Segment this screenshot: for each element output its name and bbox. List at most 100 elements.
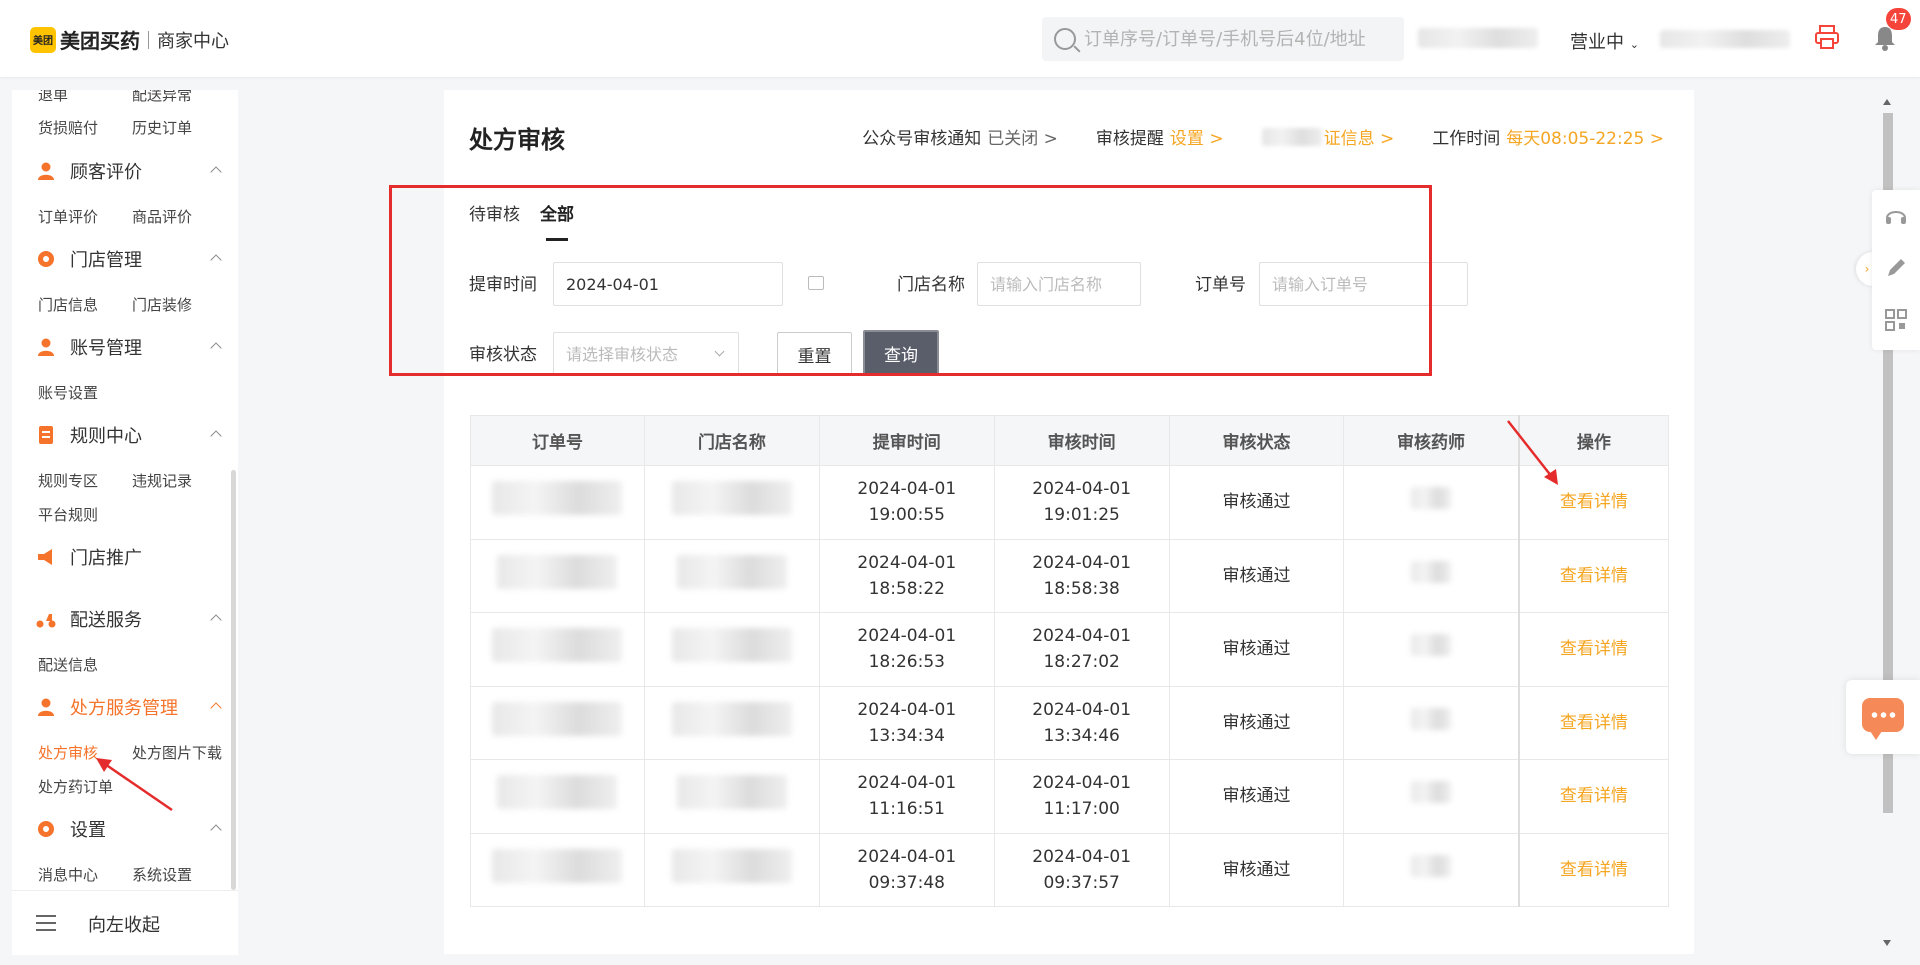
table-row: 2024-04-01 13:34:34 2024-04-01 13:34:46 … — [470, 685, 1669, 760]
worktime-value: 每天08:05-22:25 > — [1506, 129, 1664, 149]
table-header-row: 订单号 门店名称 提审时间 审核时间 审核状态 审核药师 操作 — [470, 415, 1669, 466]
sidebar: 退单 配送异常 货损赔付 历史订单 顾客评价 订单评价 商品评价 门店管理 门店… — [12, 90, 238, 955]
chevron-up-icon[interactable] — [210, 702, 222, 714]
chat-dots — [1870, 712, 1896, 718]
sidebar-sub-platform-rules[interactable]: 平台规则 — [38, 504, 98, 525]
sidebar-sub-store-decoration[interactable]: 门店装修 — [132, 294, 192, 315]
col-pharmacist: 审核药师 — [1343, 415, 1520, 466]
order-number-redacted — [497, 554, 618, 589]
sidebar-sub-prescription-review[interactable]: 处方审核 — [38, 742, 98, 763]
headset-icon[interactable] — [1884, 204, 1908, 228]
search-input[interactable] — [1084, 28, 1384, 50]
col-store-name: 门店名称 — [643, 415, 820, 466]
submit-time-cell: 2024-04-01 18:58:22 — [818, 538, 995, 613]
store-name-cell — [643, 465, 820, 540]
edit-icon[interactable] — [1884, 256, 1908, 280]
sidebar-sub-refund[interactable]: 退单 — [38, 90, 68, 105]
business-status-dropdown[interactable]: 营业中 ⌄ — [1570, 28, 1639, 54]
annotation-arrow-icon — [1507, 420, 1558, 485]
review-status-cell: 审核通过 — [1168, 685, 1345, 760]
submit-time-cell: 2024-04-01 13:34:34 — [818, 685, 995, 760]
review-status-cell: 审核通过 — [1168, 832, 1345, 907]
view-detail-link[interactable]: 查看详情 — [1517, 832, 1669, 907]
review-status-cell: 审核通过 — [1168, 612, 1345, 687]
sidebar-item-account-management[interactable]: 账号管理 — [36, 334, 142, 360]
notify-value: 已关闭 > — [987, 129, 1058, 149]
store-name-redacted — [671, 848, 792, 883]
search-icon — [1054, 28, 1076, 50]
store-name-redacted — [676, 775, 787, 810]
collapse-label: 向左收起 — [88, 915, 160, 936]
sidebar-sub-product-review[interactable]: 商品评价 — [132, 206, 192, 227]
sidebar-item-customer-review[interactable]: 顾客评价 — [36, 158, 142, 184]
search-box[interactable] — [1042, 17, 1404, 61]
pharmacist-redacted — [1411, 634, 1451, 657]
chevron-up-icon[interactable] — [210, 430, 222, 442]
order-number-cell — [470, 465, 645, 540]
chevron-up-icon[interactable] — [210, 342, 222, 354]
printer-icon[interactable] — [1814, 24, 1840, 50]
order-number-cell — [470, 612, 645, 687]
sidebar-sub-account-settings[interactable]: 账号设置 — [38, 382, 98, 403]
store-name-redacted — [676, 554, 787, 589]
chevron-up-icon[interactable] — [210, 254, 222, 266]
sidebar-sub-delivery-info[interactable]: 配送信息 — [38, 654, 98, 675]
review-time-cell: 2024-04-01 13:34:46 — [993, 685, 1170, 760]
chevron-up-icon[interactable] — [210, 166, 222, 178]
filter-highlight-box — [389, 185, 1432, 376]
view-detail-link[interactable]: 查看详情 — [1517, 685, 1669, 760]
sidebar-item-store-management[interactable]: 门店管理 — [36, 246, 142, 272]
sidebar-item-label: 规则中心 — [70, 426, 142, 447]
view-detail-link[interactable]: 查看详情 — [1517, 612, 1669, 687]
sidebar-sub-order-review[interactable]: 订单评价 — [38, 206, 98, 227]
view-detail-link[interactable]: 查看详情 — [1517, 538, 1669, 613]
sidebar-item-label: 顾客评价 — [70, 162, 142, 183]
sidebar-sub-history-orders[interactable]: 历史订单 — [132, 117, 192, 138]
document-icon — [39, 426, 53, 444]
account-name-redacted[interactable] — [1660, 30, 1790, 48]
order-number-redacted — [492, 848, 623, 883]
sidebar-item-store-promotion[interactable]: 门店推广 — [36, 544, 142, 570]
sidebar-sub-store-info[interactable]: 门店信息 — [38, 294, 98, 315]
sidebar-sub-violation-records[interactable]: 违规记录 — [132, 470, 192, 491]
logo[interactable]: 美团 美团买药 商家中心 — [30, 25, 229, 54]
sidebar-item-delivery-service[interactable]: 配送服务 — [36, 606, 142, 632]
sidebar-scrollbar[interactable] — [231, 470, 236, 890]
sidebar-sub-rules-zone[interactable]: 规则专区 — [38, 470, 98, 491]
order-number-redacted — [492, 481, 623, 516]
user-icon — [38, 698, 54, 716]
review-time-cell: 2024-04-01 19:01:25 — [993, 465, 1170, 540]
sidebar-collapse[interactable]: 向左收起 — [12, 890, 238, 955]
scroll-down-arrow-icon[interactable] — [1883, 940, 1891, 946]
sidebar-sub-system-settings[interactable]: 系统设置 — [132, 864, 192, 885]
chevron-up-icon[interactable] — [210, 614, 222, 626]
review-reminder[interactable]: 审核提醒 设置 > — [1096, 124, 1224, 149]
chevron-up-icon[interactable] — [210, 824, 222, 836]
review-time-cell: 2024-04-01 18:27:02 — [993, 612, 1170, 687]
certificate-info[interactable]: 证信息 > — [1261, 124, 1394, 149]
table-row: 2024-04-01 18:26:53 2024-04-01 18:27:02 … — [470, 612, 1669, 687]
store-name-cell — [643, 612, 820, 687]
pharmacist-cell — [1343, 538, 1520, 613]
scroll-up-arrow-icon[interactable] — [1883, 99, 1891, 105]
sidebar-item-rules-center[interactable]: 规则中心 — [36, 422, 142, 448]
annotation-arrow-icon — [96, 758, 173, 812]
work-time[interactable]: 工作时间 每天08:05-22:25 > — [1432, 124, 1664, 149]
store-name-cell — [643, 832, 820, 907]
sidebar-sub-damage-compensation[interactable]: 货损赔付 — [38, 117, 98, 138]
col-order-number: 订单号 — [470, 415, 645, 466]
certificate-redacted — [1261, 127, 1322, 146]
chat-float-button[interactable] — [1846, 680, 1920, 754]
notify-label: 公众号审核通知 — [862, 129, 982, 149]
pharmacist-cell — [1343, 759, 1520, 834]
store-name-redacted — [671, 628, 792, 663]
chevron-down-icon: ⌄ — [1629, 38, 1639, 51]
submit-time-cell: 2024-04-01 11:16:51 — [818, 759, 995, 834]
float-toolbar — [1872, 190, 1920, 350]
qrcode-icon[interactable] — [1884, 308, 1908, 332]
sidebar-item-prescription-service[interactable]: 处方服务管理 — [36, 694, 178, 720]
sidebar-sub-delivery-exception[interactable]: 配送异常 — [132, 90, 192, 105]
sidebar-sub-message-center[interactable]: 消息中心 — [38, 864, 98, 885]
view-detail-link[interactable]: 查看详情 — [1517, 759, 1669, 834]
official-account-notify[interactable]: 公众号审核通知 已关闭 > — [862, 124, 1058, 149]
